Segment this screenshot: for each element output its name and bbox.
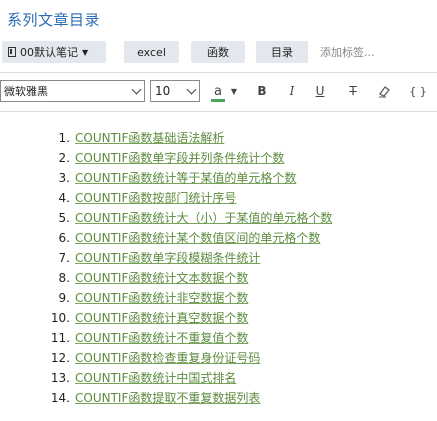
tag-functions[interactable]: 函数: [191, 41, 245, 63]
toc-item-number: 14.: [50, 391, 70, 405]
toc-item-number: 13.: [50, 371, 70, 385]
toc-item-link[interactable]: COUNTIF函数单字段并列条件统计个数: [75, 148, 284, 168]
toc-item-link[interactable]: COUNTIF函数按部门统计序号: [75, 188, 236, 208]
underline-button[interactable]: U: [312, 82, 328, 100]
toc-item-link[interactable]: COUNTIF函数统计非空数据个数: [75, 288, 248, 308]
caret-down-icon: ▼: [82, 47, 89, 57]
toc-item-link[interactable]: COUNTIF函数统计文本数据个数: [75, 268, 248, 288]
toc-item-link[interactable]: COUNTIF函数统计大（小）于某值的单元格个数: [75, 208, 332, 228]
tag-toc[interactable]: 目录: [256, 41, 308, 63]
toc-item-number: 5.: [58, 211, 70, 225]
toc-item-link[interactable]: COUNTIF函数统计真空数据个数: [75, 308, 248, 328]
font-family-select[interactable]: 微软雅黑: [0, 80, 145, 102]
toc-item-number: 6.: [58, 231, 70, 245]
font-color-icon: a: [214, 83, 222, 99]
toc-item-number: 12.: [50, 351, 70, 365]
notebook-selector[interactable]: 00默认笔记 ▼: [2, 41, 106, 63]
toc-item-number: 2.: [58, 151, 70, 165]
toc-item-link[interactable]: COUNTIF函数提取不重复数据列表: [75, 388, 260, 408]
font-size-value: 10: [155, 84, 171, 98]
toc-item-number: 11.: [50, 331, 70, 345]
code-button[interactable]: { }: [409, 82, 427, 100]
font-size-select[interactable]: 10: [150, 80, 200, 102]
tag-bar: 00默认笔记 ▼ excel 函数 目录 添加标签...: [0, 41, 437, 63]
toc-item-number: 1.: [58, 131, 70, 145]
chevron-down-icon: [186, 84, 197, 95]
toc-item-number: 7.: [58, 251, 70, 265]
toc-item-link[interactable]: COUNTIF函数统计等于某值的单元格个数: [75, 168, 296, 188]
toc-item-link[interactable]: COUNTIF函数检查重复身份证号码: [75, 348, 260, 368]
add-tag-input[interactable]: 添加标签...: [320, 44, 375, 60]
toc-item-number: 3.: [58, 171, 70, 185]
font-color-dropdown-icon[interactable]: ▼: [229, 82, 239, 100]
toc-item-number: 8.: [58, 271, 70, 285]
font-family-value: 微软雅黑: [4, 85, 48, 98]
format-toolbar: 微软雅黑 10 a ▼ B I U T { }: [0, 72, 437, 112]
tag-excel[interactable]: excel: [124, 41, 179, 63]
toc-item-link[interactable]: COUNTIF函数单字段模糊条件统计: [75, 248, 260, 268]
toc-item-number: 4.: [58, 191, 70, 205]
italic-button[interactable]: I: [284, 82, 300, 100]
clear-format-icon[interactable]: [376, 82, 392, 100]
notebook-icon: [8, 47, 16, 57]
toc-item-link[interactable]: COUNTIF函数统计不重复值个数: [75, 328, 248, 348]
toc-item-link[interactable]: COUNTIF函数基础语法解析: [75, 128, 224, 148]
chevron-down-icon: [131, 84, 142, 95]
font-color-swatch: [211, 99, 225, 102]
strikethrough-button[interactable]: T: [345, 82, 361, 100]
toc-item-number: 9.: [58, 291, 70, 305]
notebook-label: 00默认笔记: [20, 46, 78, 59]
font-color-button[interactable]: a: [210, 82, 226, 102]
toc-item-number: 10.: [50, 311, 70, 325]
toc-item-link[interactable]: COUNTIF函数统计中国式排名: [75, 368, 236, 388]
toc-item-link[interactable]: COUNTIF函数统计某个数值区间的单元格个数: [75, 228, 320, 248]
bold-button[interactable]: B: [254, 82, 270, 100]
note-title[interactable]: 系列文章目录: [7, 9, 100, 30]
